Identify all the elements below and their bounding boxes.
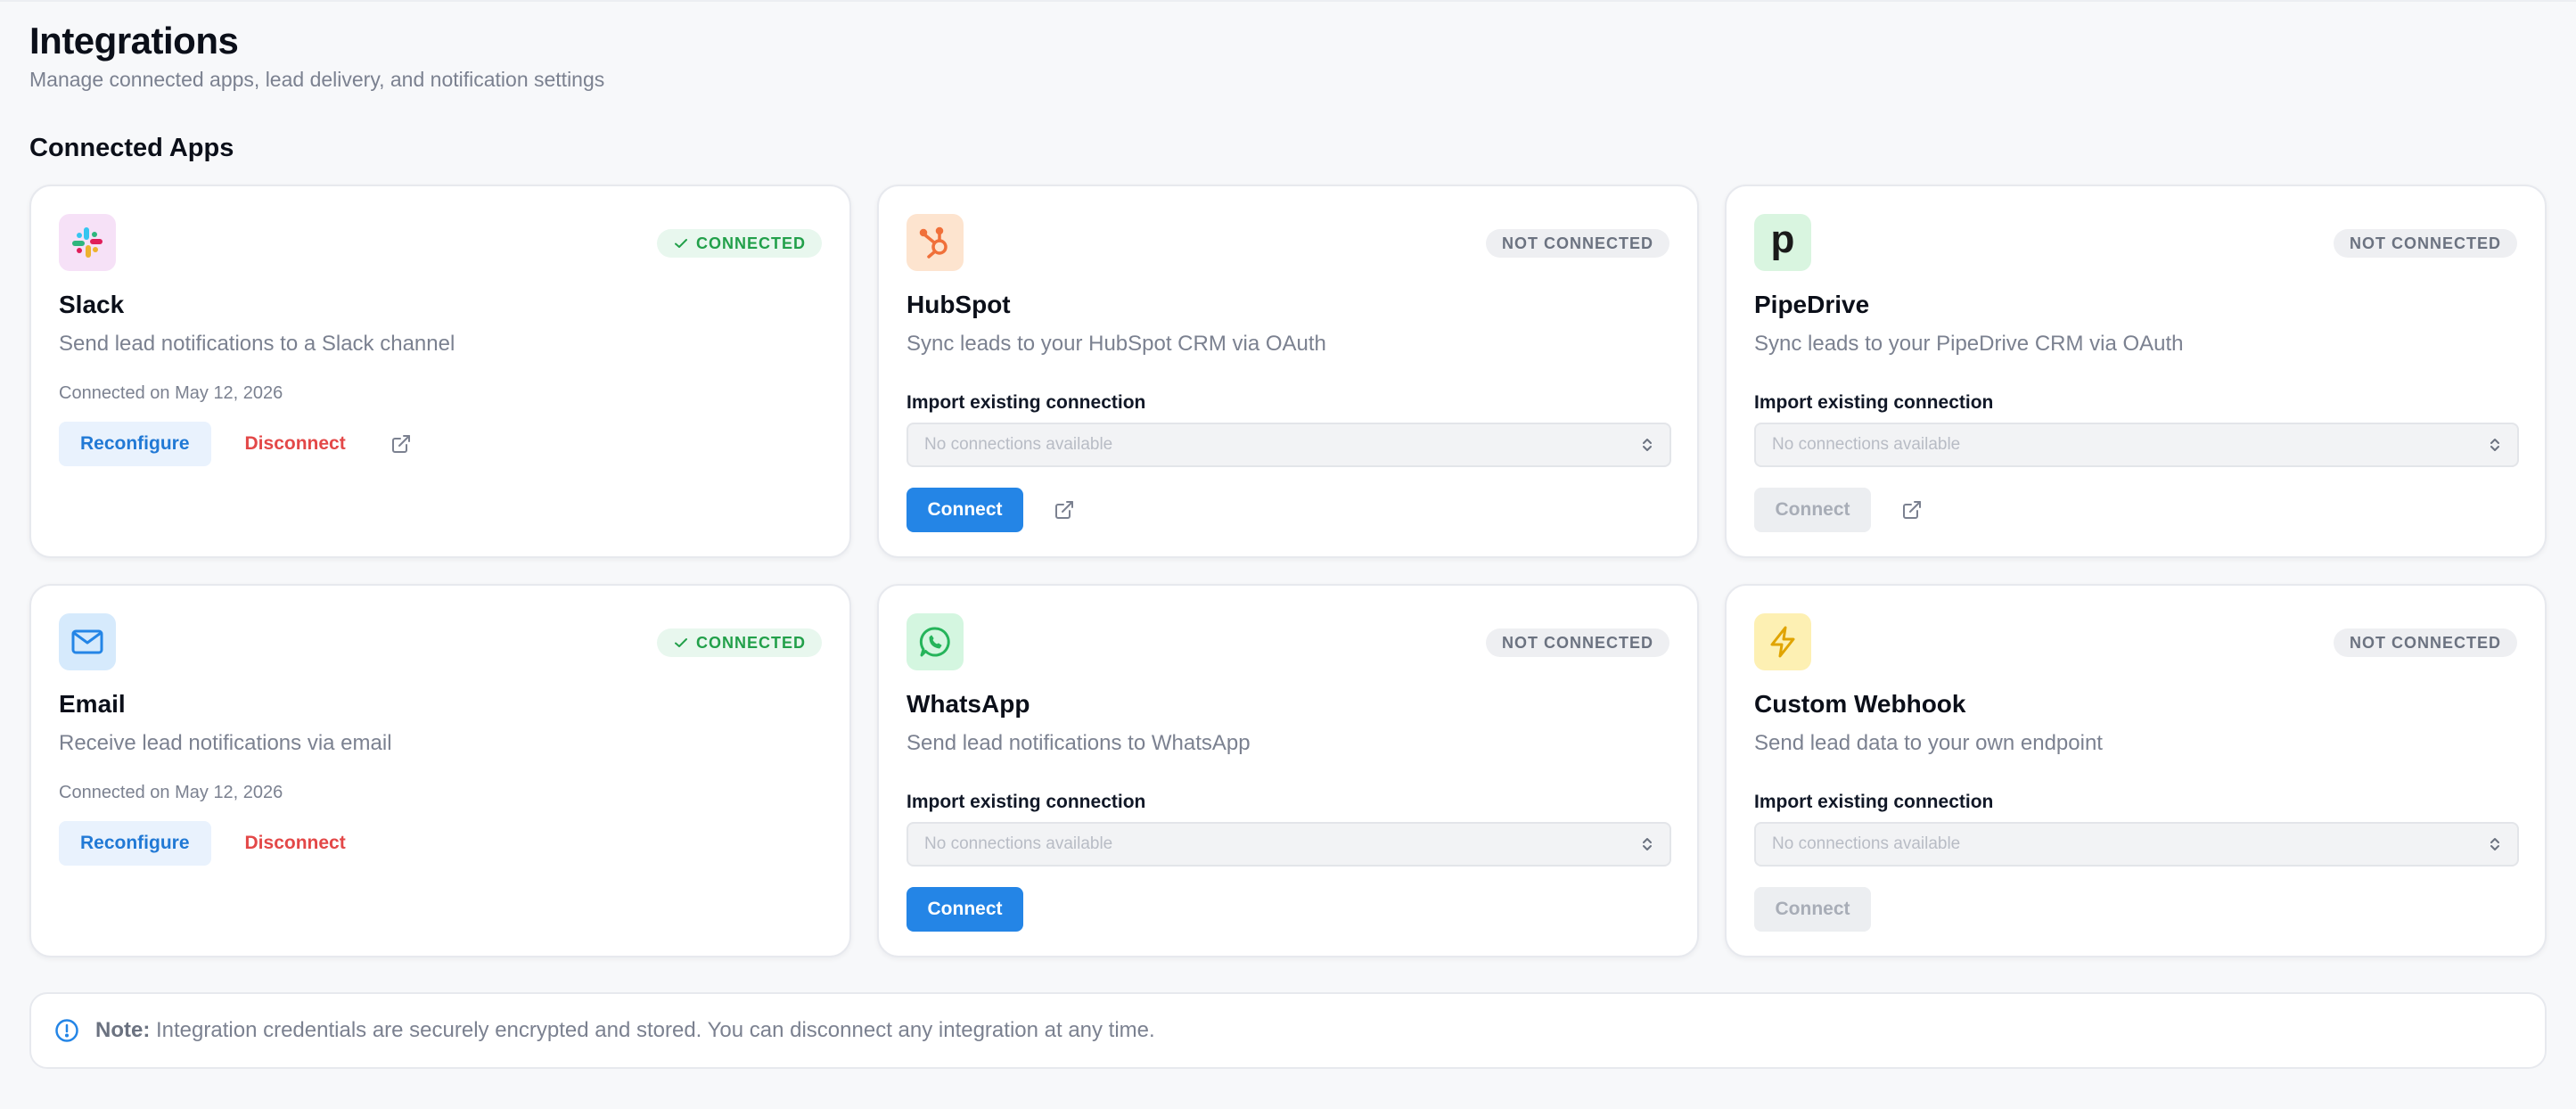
connection-select[interactable]: No connections available [1754,423,2519,467]
info-icon [55,1019,78,1042]
card-description: Sync leads to your HubSpot CRM via OAuth [907,332,1326,356]
card-actions: Reconfigure Disconnect [59,422,415,466]
integration-card-webhook: NOT CONNECTED Custom Webhook Send lead d… [1725,584,2547,957]
card-description: Send lead notifications to a Slack chann… [59,332,455,356]
integration-card-pipedrive: p NOT CONNECTED PipeDrive Sync leads to … [1725,185,2547,558]
integration-card-hubspot: NOT CONNECTED HubSpot Sync leads to your… [877,185,1699,558]
external-link-icon[interactable] [1898,496,1926,524]
lightning-bolt-icon [1754,613,1811,670]
card-description: Receive lead notifications via email [59,731,392,755]
card-actions: Connect [1754,488,1926,532]
import-label: Import existing connection [907,392,1146,413]
card-title: WhatsApp [907,690,1030,718]
check-icon [674,638,687,647]
page-subtitle: Manage connected apps, lead delivery, an… [29,68,605,91]
card-actions: Connect [1754,887,1871,932]
card-description: Send lead data to your own endpoint [1754,731,2103,755]
status-text: CONNECTED [695,633,806,652]
status-text: NOT CONNECTED [2350,633,2501,652]
status-badge: NOT CONNECTED [2334,628,2517,657]
card-title: Email [59,690,126,718]
card-actions: Connect [907,887,1023,932]
integrations-grid: CONNECTED Slack Send lead notifications … [29,185,2547,957]
connection-select[interactable]: No connections available [907,423,1671,467]
import-label: Import existing connection [1754,792,1994,812]
card-title: PipeDrive [1754,291,1870,318]
security-note: Note: Integration credentials are secure… [29,992,2547,1069]
connect-button[interactable]: Connect [907,887,1023,932]
connect-button[interactable]: Connect [907,488,1023,532]
disconnect-button[interactable]: Disconnect [227,422,364,466]
status-text: NOT CONNECTED [1502,234,1653,252]
chevron-up-down-icon [2490,439,2499,451]
connection-select[interactable]: No connections available [907,822,1671,867]
chevron-up-down-icon [1643,439,1652,451]
connect-button[interactable]: Connect [1754,887,1871,932]
card-actions: Reconfigure Disconnect [59,821,364,866]
select-value: No connections available [924,435,1113,454]
status-badge: NOT CONNECTED [1486,628,1669,657]
mail-icon [59,613,116,670]
whatsapp-logo-icon [907,613,964,670]
note-text: Note: Integration credentials are secure… [95,1018,1155,1043]
connected-date: Connected on May 12, 2026 [59,383,283,403]
import-label: Import existing connection [1754,392,1994,413]
chevron-up-down-icon [1643,838,1652,850]
connection-select[interactable]: No connections available [1754,822,2519,867]
page-title: Integrations [29,20,239,62]
status-badge: NOT CONNECTED [1486,229,1669,258]
integration-card-slack: CONNECTED Slack Send lead notifications … [29,185,851,558]
reconfigure-button[interactable]: Reconfigure [59,821,211,866]
select-value: No connections available [924,834,1113,853]
check-icon [674,239,687,248]
card-title: Custom Webhook [1754,690,1966,718]
external-link-icon[interactable] [1050,496,1079,524]
section-title: Connected Apps [29,134,234,162]
integration-card-email: CONNECTED Email Receive lead notificatio… [29,584,851,957]
status-badge: NOT CONNECTED [2334,229,2517,258]
external-link-icon[interactable] [387,430,415,458]
chevron-up-down-icon [2490,838,2499,850]
connected-date: Connected on May 12, 2026 [59,783,283,802]
card-description: Sync leads to your PipeDrive CRM via OAu… [1754,332,2184,356]
disconnect-button[interactable]: Disconnect [227,821,364,866]
pipedrive-logo-icon: p [1754,214,1811,271]
top-border [0,0,2576,2]
hubspot-logo-icon [907,214,964,271]
slack-logo-icon [59,214,116,271]
status-badge: CONNECTED [656,628,822,657]
note-body: Integration credentials are securely enc… [156,1018,1155,1042]
select-value: No connections available [1772,435,1961,454]
connect-button[interactable]: Connect [1754,488,1871,532]
pipedrive-letter: p [1770,218,1795,261]
card-title: HubSpot [907,291,1011,318]
import-label: Import existing connection [907,792,1146,812]
integration-card-whatsapp: NOT CONNECTED WhatsApp Send lead notific… [877,584,1699,957]
status-text: CONNECTED [695,234,806,252]
reconfigure-button[interactable]: Reconfigure [59,422,211,466]
card-actions: Connect [907,488,1079,532]
note-label: Note: [95,1018,151,1042]
status-badge: CONNECTED [656,229,822,258]
status-text: NOT CONNECTED [1502,633,1653,652]
status-text: NOT CONNECTED [2350,234,2501,252]
card-title: Slack [59,291,125,318]
card-description: Send lead notifications to WhatsApp [907,731,1251,755]
select-value: No connections available [1772,834,1961,853]
